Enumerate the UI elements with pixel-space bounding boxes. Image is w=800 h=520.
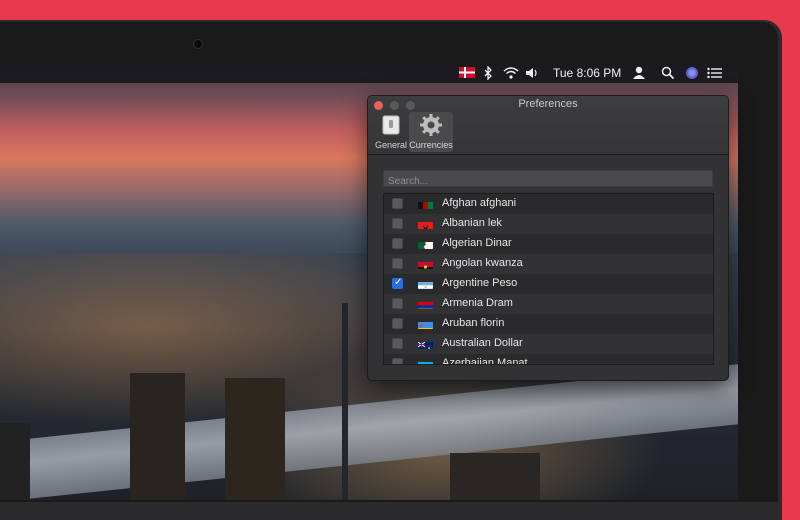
currency-name: Australian Dollar — [442, 337, 523, 349]
currency-checkbox[interactable] — [392, 338, 403, 349]
currency-name: Azerbaijan Manat — [442, 357, 528, 365]
building — [225, 378, 285, 500]
list-item[interactable]: Angolan kwanza — [384, 254, 713, 274]
tab-general[interactable]: General — [369, 112, 413, 152]
bluetooth-icon[interactable] — [483, 63, 495, 83]
list-item[interactable]: Argentine Peso — [384, 274, 713, 294]
currency-checkbox[interactable] — [392, 258, 403, 269]
tv-tower — [342, 303, 348, 500]
currency-checkbox[interactable] — [392, 218, 403, 229]
angola-flag-icon — [418, 259, 433, 269]
tab-general-label: General — [369, 140, 413, 150]
currency-checkbox[interactable] — [392, 198, 403, 209]
currency-name: Albanian lek — [442, 217, 502, 229]
window-title: Preferences — [368, 98, 728, 110]
search-field[interactable] — [383, 170, 713, 187]
currency-list[interactable]: Afghan afghani Albanian lek Algerian Din… — [383, 193, 714, 365]
preferences-window: Preferences General — [367, 95, 729, 381]
argentina-flag-icon — [418, 279, 433, 289]
menubar-clock[interactable]: Tue 8:06 PM — [553, 63, 621, 83]
gear-icon — [419, 124, 443, 141]
building — [0, 423, 30, 500]
currency-checkbox[interactable] — [392, 298, 403, 309]
volume-icon[interactable] — [525, 63, 539, 83]
armenia-flag-icon — [418, 299, 433, 309]
camera — [194, 40, 202, 48]
currency-name: Armenia Dram — [442, 297, 513, 309]
building — [130, 373, 185, 500]
currency-name: Angolan kwanza — [442, 257, 523, 269]
albania-flag-icon — [418, 219, 433, 229]
list-item[interactable]: Armenia Dram — [384, 294, 713, 314]
algeria-flag-icon — [418, 239, 433, 249]
currency-name: Aruban florin — [442, 317, 504, 329]
building — [450, 453, 540, 500]
list-item[interactable]: Algerian Dinar — [384, 234, 713, 254]
aruba-flag-icon — [418, 319, 433, 329]
list-item[interactable]: Australian Dollar — [384, 334, 713, 354]
currency-checkbox[interactable] — [392, 278, 403, 289]
menu-bar — [0, 63, 738, 83]
australia-flag-icon — [418, 339, 433, 349]
currency-checkbox[interactable] — [392, 318, 403, 329]
currency-name: Afghan afghani — [442, 197, 516, 209]
azerbaijan-flag-icon — [418, 359, 433, 365]
window-titlebar: Preferences General — [368, 96, 728, 155]
currency-name: Algerian Dinar — [442, 237, 512, 249]
wifi-icon[interactable] — [503, 63, 519, 83]
list-item[interactable]: Azerbaijan Manat — [384, 354, 713, 365]
list-item[interactable]: Aruban florin — [384, 314, 713, 334]
search-input[interactable] — [384, 174, 712, 189]
currency-checkbox[interactable] — [392, 238, 403, 249]
search-icon[interactable] — [661, 63, 675, 83]
danish-flag-icon[interactable] — [459, 63, 475, 83]
list-item[interactable]: Afghan afghani — [384, 194, 713, 214]
currency-name: Argentine Peso — [442, 277, 517, 289]
list-icon[interactable] — [707, 63, 723, 83]
switch-icon — [380, 123, 402, 140]
tab-currencies[interactable]: Currencies — [409, 112, 453, 152]
siri-icon[interactable] — [685, 63, 699, 83]
tab-currencies-label: Currencies — [409, 140, 453, 150]
list-item[interactable]: Albanian lek — [384, 214, 713, 234]
user-icon[interactable] — [632, 63, 646, 83]
afghanistan-flag-icon — [418, 199, 433, 209]
currency-checkbox[interactable] — [392, 358, 403, 365]
